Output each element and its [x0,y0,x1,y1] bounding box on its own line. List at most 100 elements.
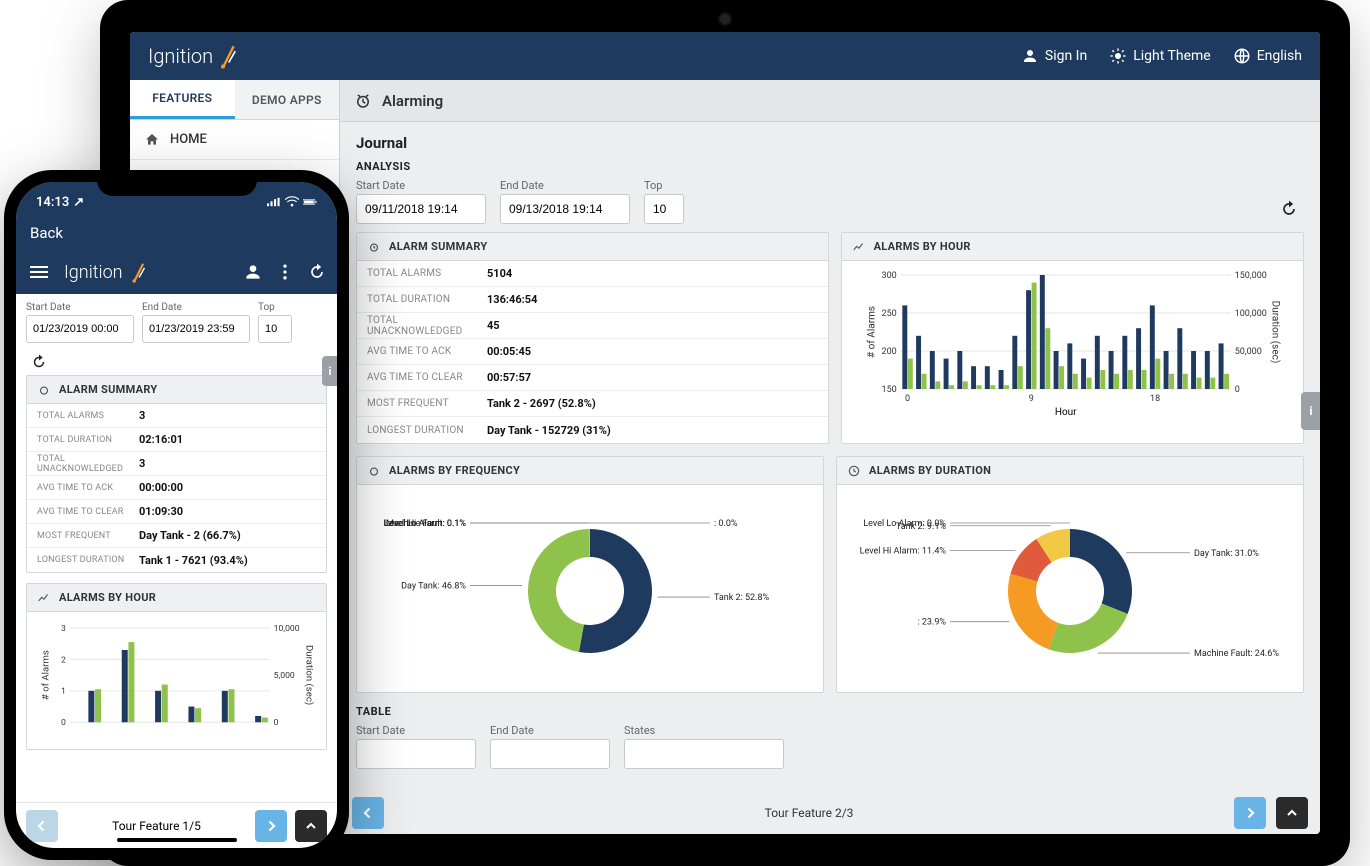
person-icon[interactable] [243,262,263,282]
phone-tour-expand-button[interactable] [295,810,327,842]
phone-summary-title: ALARM SUMMARY [59,383,158,396]
svg-text:200: 200 [881,347,896,357]
app-bar: Ignition Sign In Light Theme English [130,32,1320,80]
by-hour-title: ALARMS BY HOUR [874,240,971,253]
home-indicator [117,838,237,842]
end-date-input[interactable] [500,194,630,224]
alarms-by-hour-chart: 150200250300050,000100,000150,0000918Hou… [852,267,1293,417]
sign-in-button[interactable]: Sign In [1021,47,1087,65]
table-states-label: States [624,724,784,737]
summary-row: TOTAL ALARMS5104 [357,261,828,287]
arrow-right-icon [1241,804,1259,822]
summary-key: TOTAL ALARMS [27,411,139,421]
summary-row: TOTAL DURATION136:46:54 [357,287,828,313]
summary-key: AVG TIME TO ACK [357,346,487,357]
phone-back-bar[interactable]: Back [16,216,337,250]
svg-text:5,000: 5,000 [274,671,295,681]
signal-icon [267,195,281,209]
phone-alarm-summary-panel: ALARM SUMMARY TOTAL ALARMS3TOTAL DURATIO… [26,375,327,573]
analysis-filters: Start Date End Date Top [356,179,1304,224]
phone-brand-text: Ignition [64,262,123,283]
tab-features[interactable]: FEATURES [130,80,235,119]
svg-text:150,000: 150,000 [1234,271,1266,281]
language-button[interactable]: English [1233,47,1302,65]
tour-label: Tour Feature 2/3 [765,806,854,820]
phone-alarms-by-hour-chart: 012305,00010,000# of AlarmsDuration (sec… [37,618,316,738]
phone-end-input[interactable] [142,315,250,343]
svg-text:100,000: 100,000 [1234,309,1266,319]
table-heading: TABLE [356,705,1304,718]
phone-tour-label: Tour Feature 1/5 [112,819,201,833]
svg-text:300: 300 [881,271,896,281]
svg-text:2: 2 [61,655,66,665]
nav-home[interactable]: HOME [130,120,339,160]
summary-value: 136:46:54 [487,293,537,306]
svg-text:# of Alarms: # of Alarms [865,306,877,358]
phone-device: 14:13 ↗ Back Ignition [4,170,349,860]
summary-value: 00:57:57 [487,371,531,384]
refresh-icon[interactable] [307,262,327,282]
more-icon[interactable] [275,262,295,282]
phone-start-input[interactable] [26,315,134,343]
svg-text:Hour: Hour [1054,407,1076,417]
tour-expand-button[interactable] [1276,797,1308,829]
alarm-summary-panel: ALARM SUMMARY TOTAL ALARMS5104TOTAL DURA… [356,232,829,444]
alarms-by-frequency-panel: ALARMS BY FREQUENCY Tank 2: 52.8%Day Tan… [356,456,824,693]
location-icon: ↗ [73,195,84,210]
start-date-input[interactable] [356,194,486,224]
phone-top-input[interactable] [258,315,292,343]
end-date-label: End Date [500,179,630,192]
info-tab[interactable]: i [1301,392,1320,430]
phone-filters: Start Date End Date Top [26,302,327,343]
phone-refresh-button[interactable] [26,349,52,375]
phone-notch [97,170,257,196]
phone-alarms-by-hour-panel: ALARMS BY HOUR 012305,00010,000# of Alar… [26,583,327,750]
svg-text:Machine Fault: 24.6%: Machine Fault: 24.6% [1194,649,1279,659]
theme-toggle[interactable]: Light Theme [1109,47,1211,65]
page-title: Alarming [382,92,443,110]
tour-next-button[interactable] [1234,797,1266,829]
svg-text:18: 18 [1150,394,1160,404]
alarm-icon [354,92,372,110]
summary-row: AVG TIME TO CLEAR01:09:30 [27,500,326,524]
summary-value: 02:16:01 [139,433,183,446]
refresh-button[interactable] [1274,194,1304,224]
summary-key: LONGEST DURATION [357,425,487,436]
theme-label: Light Theme [1133,48,1211,64]
svg-text:: 23.9%: : 23.9% [917,618,946,628]
top-label: Top [644,179,684,192]
summary-key: LONGEST DURATION [27,555,139,565]
summary-value: Day Tank - 152729 (31%) [487,424,611,437]
phone-tour-next-button[interactable] [255,810,287,842]
phone-info-tab[interactable]: i [322,356,337,386]
tablet-camera [720,14,730,24]
table-start-input[interactable] [356,739,476,769]
svg-text:Duration (sec): Duration (sec) [1269,301,1281,364]
summary-rows: TOTAL ALARMS5104TOTAL DURATION136:46:54T… [357,261,828,443]
analysis-heading: ANALYSIS [356,160,1304,173]
alarm-small-icon [367,464,381,478]
summary-key: MOST FREQUENT [357,398,487,409]
top-input[interactable] [644,194,684,224]
refresh-icon [1279,199,1299,219]
line-chart-icon [852,240,866,254]
by-dur-title: ALARMS BY DURATION [869,464,991,477]
menu-button[interactable] [26,262,52,282]
person-icon [1021,47,1039,65]
phone-tour-prev-button[interactable] [26,810,58,842]
summary-key: AVG TIME TO CLEAR [27,507,139,517]
phone-start-label: Start Date [26,302,134,313]
table-states-input[interactable] [624,739,784,769]
tour-prev-button[interactable] [352,797,384,829]
svg-text:50,000: 50,000 [1234,347,1261,357]
brand-logo[interactable]: Ignition [148,43,239,69]
phone-brand: Ignition [64,261,149,283]
table-end-input[interactable] [490,739,610,769]
svg-text:9: 9 [1028,394,1033,404]
tab-demo-apps[interactable]: DEMO APPS [235,80,340,119]
phone-by-hour-title: ALARMS BY HOUR [59,591,156,604]
alarms-by-hour-panel: ALARMS BY HOUR 150200250300050,000100,00… [841,232,1304,444]
summary-key: AVG TIME TO ACK [27,483,139,493]
svg-text:3: 3 [61,624,66,634]
summary-key: MOST FREQUENT [27,531,139,541]
